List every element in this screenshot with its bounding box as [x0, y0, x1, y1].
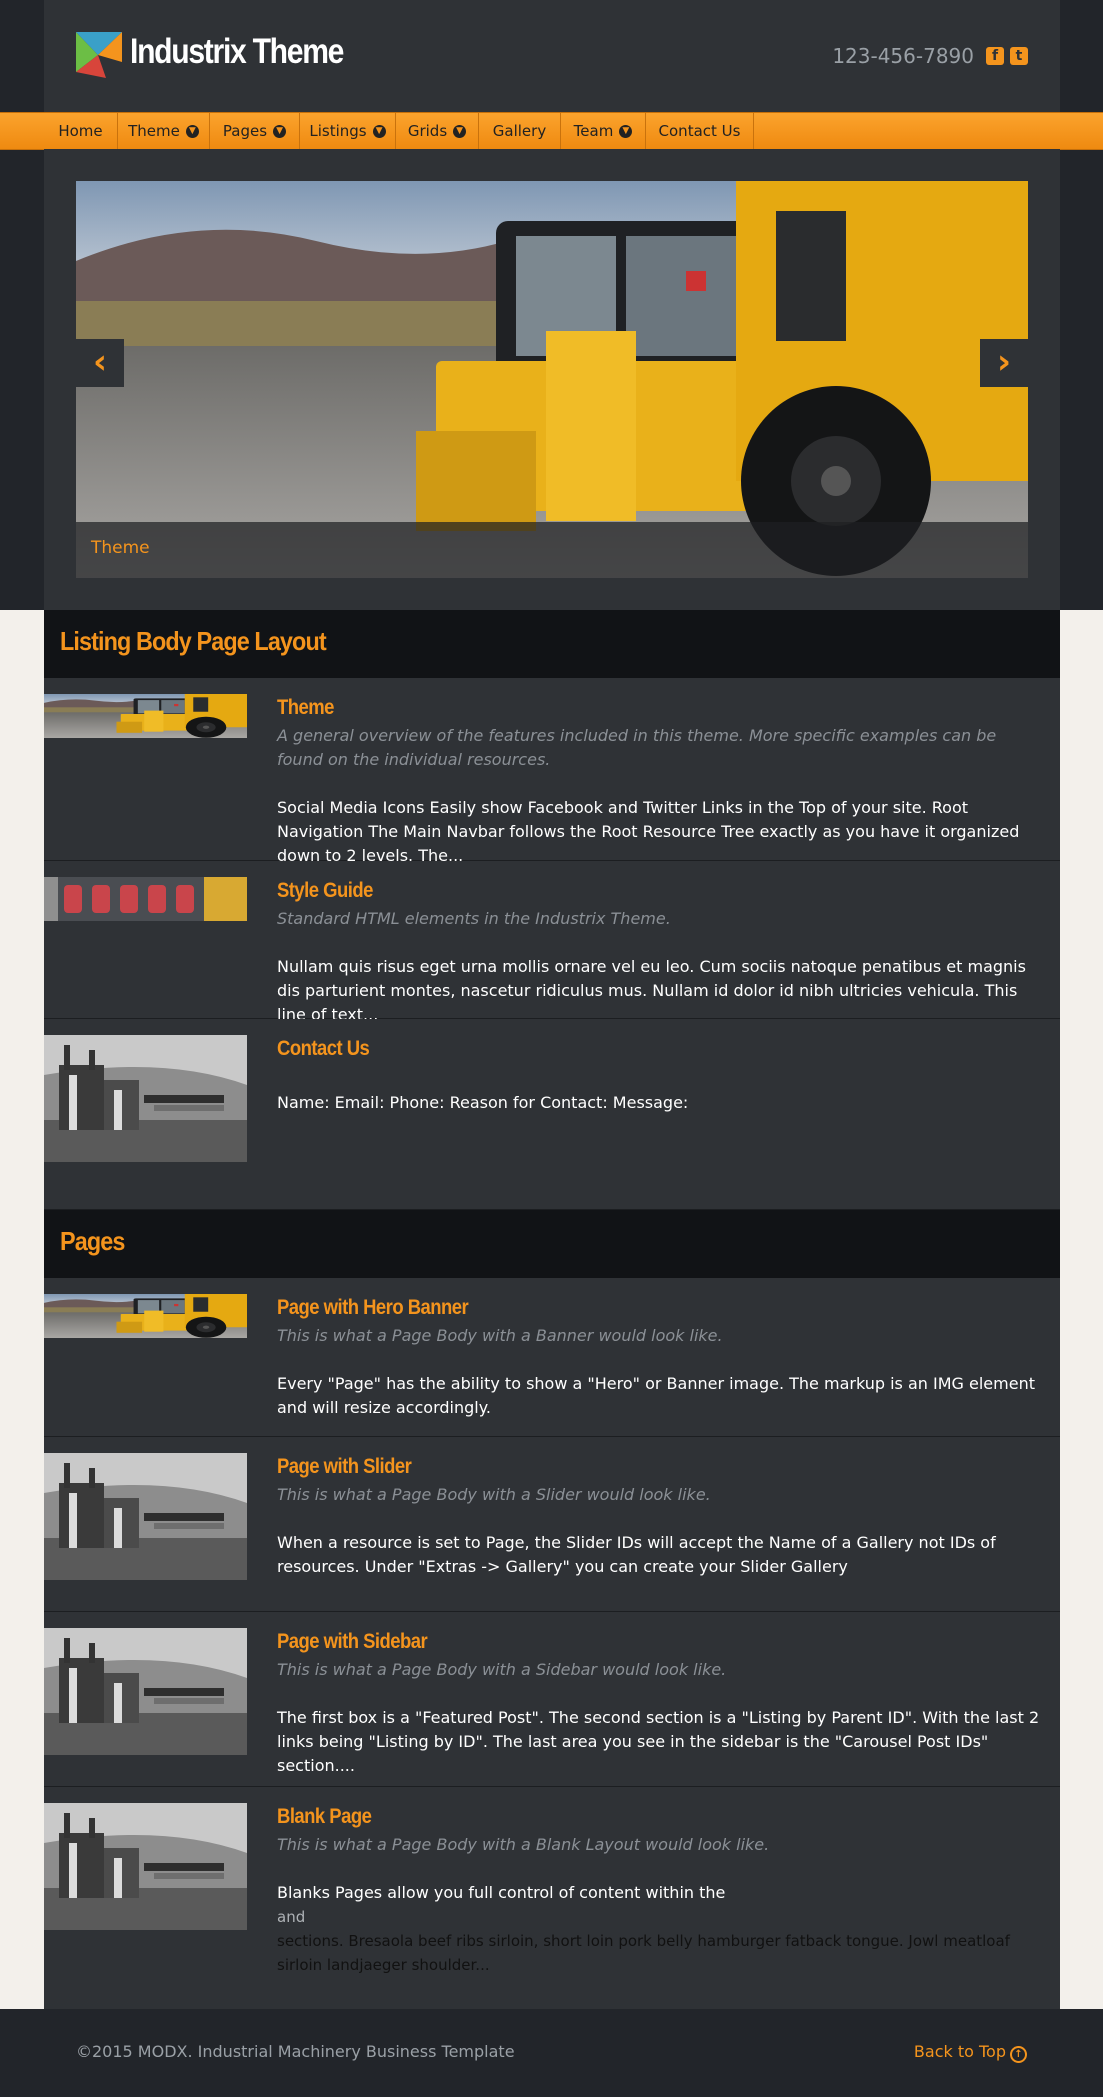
nav-label: Listings — [309, 122, 367, 140]
section-title: Pages — [60, 1226, 125, 1256]
item-title[interactable]: Style Guide — [277, 879, 373, 903]
chevron-down-icon: ▼ — [185, 125, 199, 138]
item-text: Every "Page" has the ability to show a "… — [277, 1374, 1035, 1417]
site-header: Industrix Theme 123-456-7890 f t — [44, 0, 1060, 112]
item-text: When a resource is set to Page, the Slid… — [277, 1533, 996, 1576]
item-text: Blanks Pages allow you full control of c… — [277, 1881, 1057, 1977]
nav-label: Gallery — [492, 122, 547, 140]
list-item: Blank Page This is what a Page Body with… — [44, 1787, 1060, 2009]
nav-contact-us[interactable]: Contact Us — [646, 113, 754, 149]
item-thumbnail[interactable] — [44, 694, 247, 738]
nav-theme[interactable]: Theme ▼ — [118, 113, 210, 149]
item-description: Standard HTML elements in the Industrix … — [277, 909, 671, 928]
site-title[interactable]: Industrix Theme — [130, 32, 344, 72]
nav-label: Contact Us — [658, 122, 741, 140]
item-title[interactable]: Page with Hero Banner — [277, 1296, 469, 1320]
section-title: Listing Body Page Layout — [60, 626, 327, 656]
item-text: Name: Email: Phone: Reason for Contact: … — [277, 1093, 689, 1112]
item-text-line: sections. Bresaola beef ribs sirloin, sh… — [277, 1932, 1010, 1974]
list-item: Style Guide Standard HTML elements in th… — [44, 861, 1060, 1024]
item-description: A general overview of the features inclu… — [277, 726, 997, 769]
nav-label: Team — [573, 122, 614, 140]
item-title[interactable]: Contact Us — [277, 1037, 370, 1061]
item-thumbnail[interactable] — [44, 1294, 247, 1338]
item-title[interactable]: Page with Slider — [277, 1455, 412, 1479]
slide-caption-text[interactable]: Theme — [91, 538, 150, 558]
nav-label: Grids — [407, 122, 448, 140]
item-description: This is what a Page Body with a Slider w… — [277, 1485, 711, 1504]
slider-next-button[interactable]: › — [980, 339, 1028, 387]
back-to-top-link[interactable]: Back to Top ↑ — [914, 2042, 1027, 2063]
chevron-right-icon: › — [996, 342, 1011, 382]
arrow-circle-up-icon: ↑ — [1010, 2046, 1027, 2063]
nav-label: Home — [58, 122, 103, 140]
main-navbar: Home Theme ▼ Pages ▼ Listings ▼ Grids ▼ Gall… — [0, 112, 1103, 150]
item-thumbnail[interactable] — [44, 1628, 247, 1755]
item-thumbnail[interactable] — [44, 877, 247, 921]
site-footer: ©2015 MODX. Industrial Machinery Busines… — [0, 2009, 1103, 2097]
phone-number: 123-456-7890 — [832, 44, 974, 68]
back-to-top-label: Back to Top — [913, 2042, 1006, 2061]
item-description: This is what a Page Body with a Banner w… — [277, 1326, 723, 1345]
list-item: Contact Us Name: Email: Phone: Reason fo… — [44, 1019, 1060, 1210]
chevron-down-icon: ▼ — [453, 125, 467, 138]
item-title[interactable]: Theme — [277, 696, 334, 720]
nav-listings[interactable]: Listings ▼ — [300, 113, 396, 149]
chevron-down-icon: ▼ — [619, 125, 633, 138]
nav-label: Theme — [128, 122, 180, 140]
section-heading: Listing Body Page Layout — [44, 610, 1060, 678]
facebook-icon[interactable]: f — [986, 47, 1004, 65]
item-text-line: Blanks Pages allow you full control of c… — [277, 1883, 726, 1902]
nav-home[interactable]: Home — [44, 113, 118, 149]
chevron-down-icon: ▼ — [372, 125, 386, 138]
nav-label: Pages — [222, 122, 268, 140]
item-text: The first box is a "Featured Post". The … — [277, 1708, 1040, 1775]
chevron-left-icon: ‹ — [92, 342, 107, 382]
item-title[interactable]: Page with Sidebar — [277, 1630, 428, 1654]
list-item: Page with Hero Banner This is what a Pag… — [44, 1278, 1060, 1437]
nav-gallery[interactable]: Gallery — [479, 113, 561, 149]
chevron-down-icon: ▼ — [273, 125, 287, 138]
item-title[interactable]: Blank Page — [277, 1805, 372, 1829]
item-thumbnail[interactable] — [44, 1035, 247, 1162]
nav-team[interactable]: Team ▼ — [561, 113, 646, 149]
slider-prev-button[interactable]: ‹ — [76, 339, 124, 387]
item-text: Social Media Icons Easily show Facebook … — [277, 798, 1020, 865]
list-item: Page with Sidebar This is what a Page Bo… — [44, 1612, 1060, 1787]
logo-icon[interactable] — [76, 32, 122, 78]
slide-caption: Theme — [76, 522, 1028, 578]
item-text: Nullam quis risus eget urna mollis ornar… — [277, 957, 1026, 1024]
item-thumbnail[interactable] — [44, 1803, 247, 1930]
list-item: Theme A general overview of the features… — [44, 678, 1060, 865]
nav-pages[interactable]: Pages ▼ — [210, 113, 300, 149]
footer-copyright: ©2015 MODX. Industrial Machinery Busines… — [76, 2042, 515, 2061]
item-description: This is what a Page Body with a Sidebar … — [277, 1660, 727, 1679]
item-text-line: and — [277, 1908, 306, 1926]
section-heading: Pages — [44, 1210, 1060, 1278]
nav-grids[interactable]: Grids ▼ — [396, 113, 479, 149]
list-item: Page with Slider This is what a Page Bod… — [44, 1437, 1060, 1612]
hero-slide-image — [76, 181, 1028, 578]
twitter-icon[interactable]: t — [1010, 47, 1028, 65]
item-description: This is what a Page Body with a Blank La… — [277, 1835, 770, 1854]
item-thumbnail[interactable] — [44, 1453, 247, 1580]
